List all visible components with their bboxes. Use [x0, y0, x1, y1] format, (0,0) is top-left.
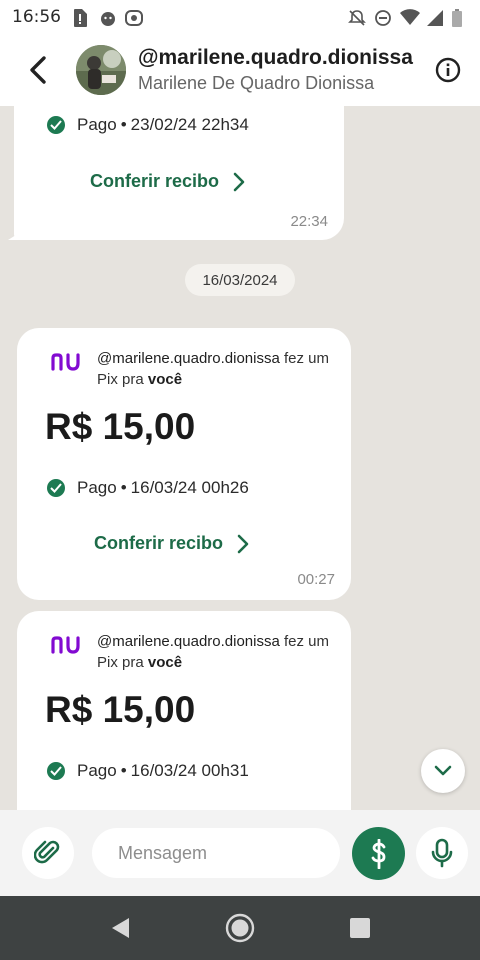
- square-recents-icon: [350, 918, 370, 938]
- nubank-logo: [51, 353, 80, 371]
- system-nav-bar: [0, 896, 480, 960]
- wifi-icon: [400, 9, 420, 25]
- receipt-label: Conferir recibo: [90, 171, 220, 191]
- payment-status: Pago: [77, 115, 117, 134]
- payment-datetime: 16/03/24 00h31: [130, 761, 249, 780]
- payment-status-row: Pago • 16/03/24 00h26: [47, 478, 249, 498]
- avatar[interactable]: [76, 45, 126, 95]
- nav-recents-button[interactable]: [344, 912, 376, 944]
- nav-home-button[interactable]: [224, 912, 256, 944]
- message-composer: [0, 810, 480, 896]
- status-time: 16:56: [12, 7, 61, 27]
- separator-dot: •: [120, 761, 127, 780]
- receipt-link[interactable]: Conferir recibo: [94, 533, 249, 554]
- message-bubble: Pago • 23/02/24 22h34 Conferir recibo 22…: [8, 106, 344, 240]
- chat-header: @marilene.quadro.dionissa Marilene De Qu…: [0, 34, 480, 106]
- pix-recipient: você: [147, 654, 183, 671]
- back-button[interactable]: [14, 46, 62, 94]
- pix-payment-button[interactable]: [352, 827, 405, 880]
- pix-recipient: você: [147, 371, 183, 388]
- signal-icon: [426, 9, 443, 26]
- home-circle-icon: [225, 913, 255, 943]
- separator-dot: •: [120, 115, 127, 134]
- sim-alert-icon: [73, 9, 89, 27]
- pix-sender-handle: @marilene.quadro.dionissa: [97, 350, 280, 367]
- voice-message-button[interactable]: [416, 827, 468, 879]
- whatsapp-icon: [125, 9, 143, 26]
- pix-amount: R$ 15,00: [45, 406, 196, 447]
- chevron-right-icon: [233, 172, 245, 191]
- attach-button[interactable]: [22, 827, 74, 879]
- pix-amount: R$ 15,00: [45, 689, 196, 730]
- chat-area[interactable]: Pago • 23/02/24 22h34 Conferir recibo 22…: [0, 106, 480, 810]
- pix-message-card: @marilene.quadro.dionissa fez um Pix pra…: [17, 611, 351, 810]
- bubble-tail: [8, 230, 24, 240]
- avatar-photo: [76, 45, 126, 95]
- payment-status: Pago: [77, 478, 117, 497]
- pix-description: @marilene.quadro.dionissa fez um Pix pra…: [97, 631, 341, 673]
- chevron-right-icon: [237, 534, 249, 553]
- dnd-icon: [374, 9, 391, 26]
- android-icon: [99, 9, 115, 26]
- separator-dot: •: [120, 478, 127, 497]
- receipt-link[interactable]: Conferir recibo: [90, 171, 245, 192]
- nav-back-button[interactable]: [104, 912, 136, 944]
- payment-status-row: Pago • 16/03/24 00h31: [47, 761, 249, 781]
- paperclip-icon: [34, 840, 60, 864]
- payment-status-row: Pago • 23/02/24 22h34: [47, 115, 249, 135]
- message-time: 22:34: [290, 213, 328, 230]
- pix-sender-handle: @marilene.quadro.dionissa: [97, 633, 280, 650]
- payment-status: Pago: [77, 761, 117, 780]
- chevron-down-icon: [434, 765, 452, 776]
- payment-datetime: 23/02/24 22h34: [130, 115, 249, 134]
- battery-icon: [452, 9, 468, 27]
- payment-datetime: 16/03/24 00h26: [130, 478, 249, 497]
- muted-bell-icon: [348, 9, 366, 26]
- message-time: 00:27: [297, 571, 335, 588]
- pix-description: @marilene.quadro.dionissa fez um Pix pra…: [97, 348, 341, 390]
- contact-handle[interactable]: @marilene.quadro.dionissa: [138, 46, 428, 70]
- back-arrow-icon: [30, 56, 46, 84]
- info-button[interactable]: [432, 54, 464, 86]
- info-icon: [435, 57, 461, 83]
- triangle-back-icon: [112, 918, 129, 938]
- date-separator: 16/03/2024: [185, 264, 295, 296]
- receipt-label: Conferir recibo: [94, 533, 224, 553]
- pix-message-card: @marilene.quadro.dionissa fez um Pix pra…: [17, 328, 351, 600]
- check-icon: [47, 762, 65, 780]
- check-icon: [47, 479, 65, 497]
- dollar-icon: [371, 838, 385, 869]
- status-bar: 16:56: [0, 0, 480, 34]
- contact-name: Marilene De Quadro Dionissa: [138, 73, 375, 93]
- nubank-logo: [51, 636, 80, 654]
- microphone-icon: [431, 838, 453, 868]
- check-icon: [47, 116, 65, 134]
- message-input[interactable]: [92, 828, 340, 878]
- scroll-to-bottom-button[interactable]: [421, 749, 465, 793]
